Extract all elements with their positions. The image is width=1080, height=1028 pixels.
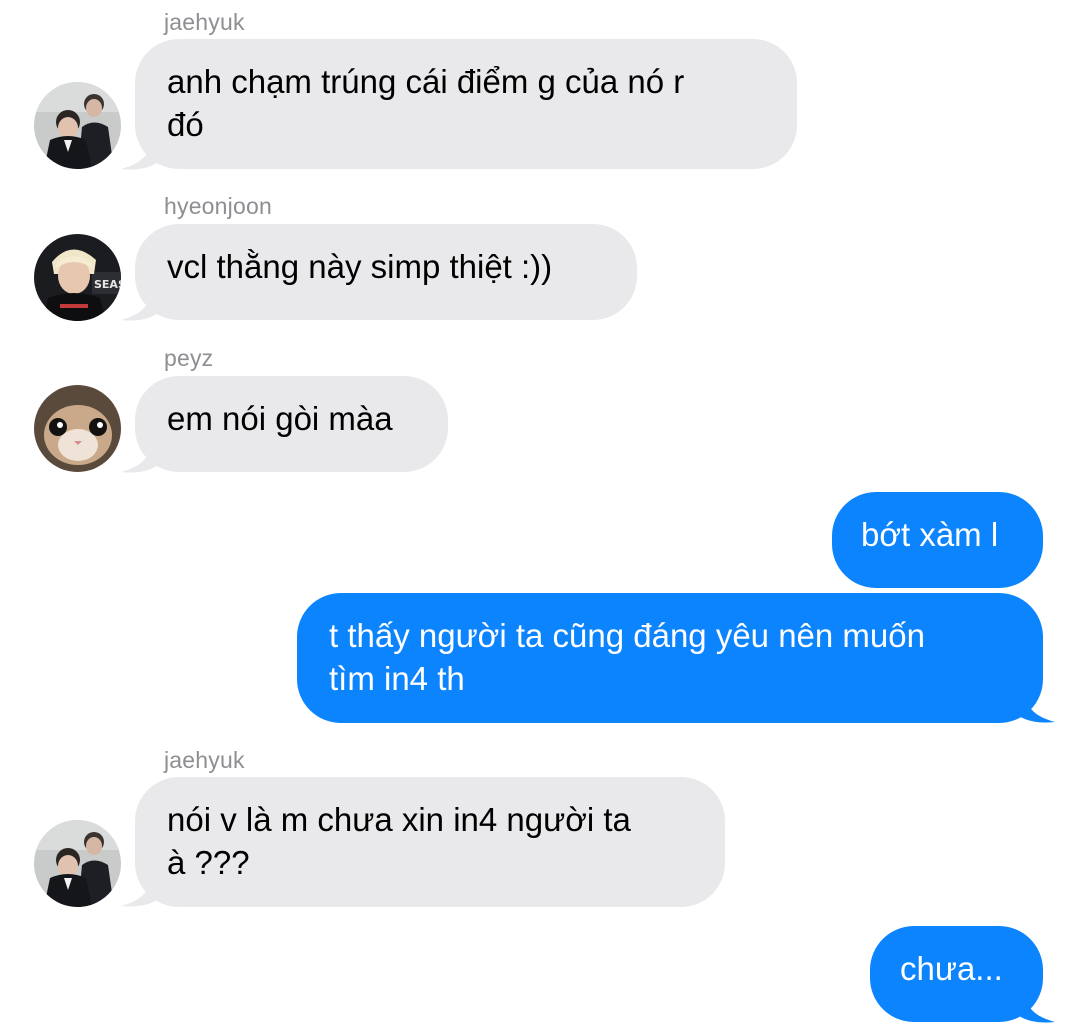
message-bubble-incoming[interactable]: anh chạm trúng cái điểm g của nó r đó	[135, 39, 797, 169]
sender-name: peyz	[164, 345, 214, 371]
message-bubble-outgoing[interactable]: bớt xàm l	[832, 492, 1043, 588]
message-bubble-incoming[interactable]: nói v là m chưa xin in4 người ta à ???	[135, 777, 725, 907]
message-bubble-outgoing[interactable]: t thấy người ta cũng đáng yêu nên muốn t…	[297, 593, 1043, 723]
sender-name: hyeonjoon	[164, 193, 272, 219]
jaehyuk-avatar[interactable]	[34, 82, 121, 169]
message-bubble-incoming[interactable]: vcl thằng này simp thiệt :))	[135, 224, 637, 320]
svg-text:SEAS: SEAS	[94, 278, 121, 291]
hyeonjoon-avatar[interactable]: SEAS	[34, 234, 121, 321]
peyz-cat-avatar[interactable]	[34, 385, 121, 472]
message-bubble-incoming[interactable]: em nói gòi màa	[135, 376, 448, 472]
sender-name: jaehyuk	[164, 747, 245, 773]
jaehyuk-avatar[interactable]	[34, 820, 121, 907]
message-bubble-outgoing[interactable]: chưa...	[870, 926, 1043, 1022]
sender-name: jaehyuk	[164, 9, 245, 35]
